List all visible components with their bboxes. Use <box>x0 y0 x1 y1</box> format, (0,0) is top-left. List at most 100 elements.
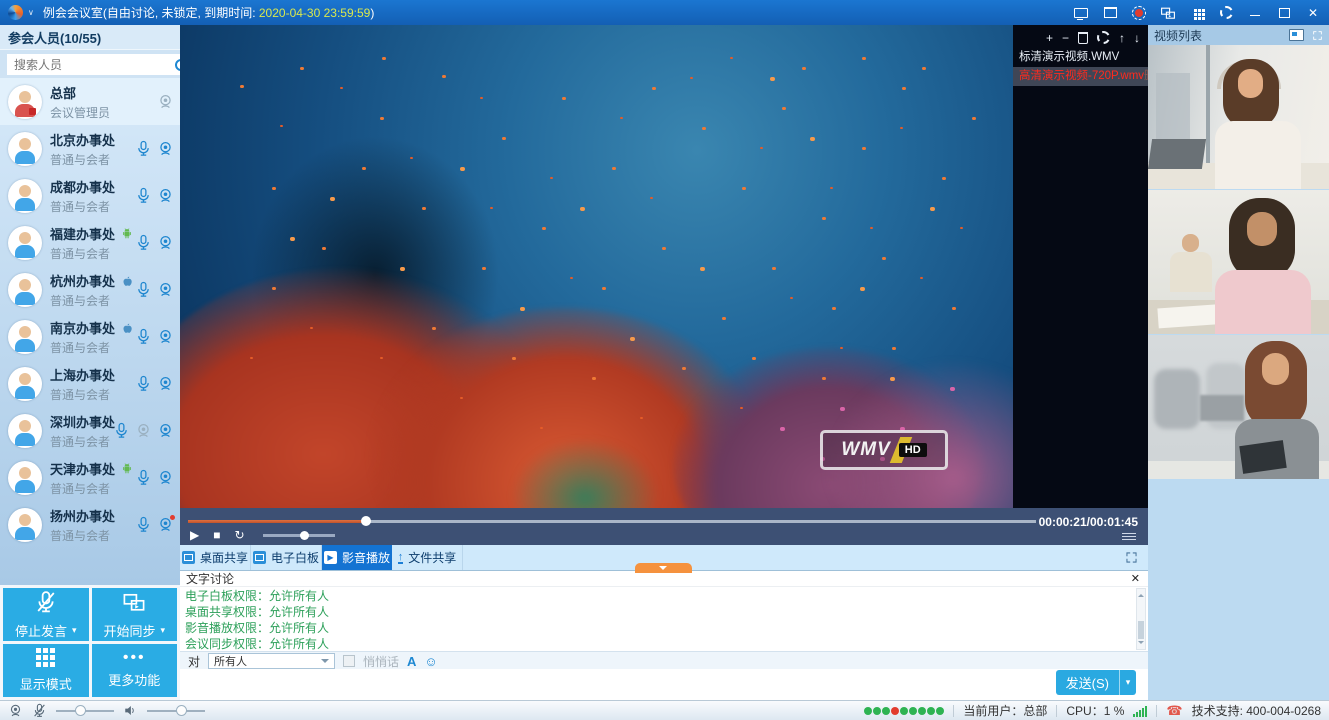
camera-icon[interactable] <box>157 469 174 486</box>
stop-button[interactable]: ■ <box>213 528 220 542</box>
camera-icon[interactable] <box>157 422 174 439</box>
network-sync-icon[interactable] <box>1160 5 1176 21</box>
camera-icon[interactable] <box>157 234 174 251</box>
participant-row[interactable]: 深圳办事处 普通与会者 <box>0 407 180 454</box>
playlist-item[interactable]: 标清演示视频.WMV <box>1013 48 1148 67</box>
android-icon <box>120 226 134 240</box>
volume-slider[interactable] <box>263 534 335 537</box>
camera-off-icon[interactable] <box>135 422 152 439</box>
send-button[interactable]: 发送(S) ▾ <box>1056 670 1136 695</box>
window-layout-icon[interactable] <box>1102 5 1118 21</box>
webcam-status-icon[interactable] <box>8 703 23 718</box>
camera-off-icon[interactable] <box>157 93 174 110</box>
settings-gear-icon[interactable] <box>1218 5 1234 21</box>
dropdown-caret-icon[interactable]: ▾ <box>160 625 165 636</box>
emoji-button[interactable]: ☺ <box>424 654 437 669</box>
record-icon[interactable] <box>1131 5 1147 21</box>
video-thumbnail[interactable] <box>1148 45 1329 189</box>
mic-icon[interactable] <box>135 328 152 345</box>
camera-icon[interactable] <box>157 328 174 345</box>
tab-file-share[interactable]: ↑ 文件共享 <box>392 545 463 570</box>
camera-icon[interactable] <box>157 140 174 157</box>
close-button[interactable]: ✕ <box>1305 5 1321 21</box>
speaker-volume-handle[interactable] <box>176 705 187 716</box>
participant-row[interactable]: 杭州办事处 普通与会者 <box>0 266 180 313</box>
participant-role: 普通与会者 <box>50 386 135 403</box>
scroll-up-arrow[interactable] <box>1138 591 1144 597</box>
playlist-toggle-icon[interactable] <box>1122 533 1136 542</box>
recipient-select[interactable]: 所有人 <box>208 653 335 669</box>
panel-expand-icon[interactable] <box>1312 30 1323 41</box>
participant-row[interactable]: 总部 会议管理员 <box>0 78 180 125</box>
tab-whiteboard[interactable]: 电子白板 <box>251 545 322 570</box>
participant-row[interactable]: 北京办事处 普通与会者 <box>0 125 180 172</box>
participant-row[interactable]: 南京办事处 普通与会者 <box>0 313 180 360</box>
window-title: 例会会议室(自由讨论, 未锁定, 到期时间: 2020-04-30 23:59:… <box>43 4 374 21</box>
scroll-down-arrow[interactable] <box>1138 641 1144 647</box>
stop-speaking-button[interactable]: 停止发言▾ <box>3 588 89 641</box>
dropdown-caret-icon[interactable]: ▾ <box>72 625 77 636</box>
search-input[interactable] <box>12 57 171 73</box>
speaker-icon[interactable] <box>123 703 138 718</box>
start-sync-button[interactable]: 开始同步▾ <box>92 588 178 641</box>
screen-share-icon[interactable] <box>1073 5 1089 21</box>
seek-handle[interactable] <box>361 516 371 526</box>
camera-icon[interactable] <box>157 375 174 392</box>
whisper-checkbox[interactable] <box>343 655 355 667</box>
display-grid-icon[interactable] <box>1189 5 1205 21</box>
chat-collapse-handle[interactable] <box>635 563 692 573</box>
participant-row[interactable]: 上海办事处 普通与会者 <box>0 360 180 407</box>
more-functions-button[interactable]: ••• 更多功能 <box>92 644 178 697</box>
video-thumbnail[interactable] <box>1148 335 1329 479</box>
volume-handle[interactable] <box>300 531 309 540</box>
tab-desktop-share[interactable]: 桌面共享 <box>180 545 251 570</box>
minimize-button[interactable] <box>1247 5 1263 21</box>
speaker-volume-slider[interactable] <box>147 710 205 712</box>
tab-media-playback[interactable]: ▶ 影音播放 <box>322 545 392 570</box>
camera-icon[interactable] <box>157 281 174 298</box>
mic-icon[interactable] <box>135 516 152 533</box>
playlist-settings-icon[interactable] <box>1097 31 1110 44</box>
font-button[interactable]: A <box>407 654 416 669</box>
camera-icon[interactable] <box>157 187 174 204</box>
playlist-remove-icon[interactable]: − <box>1062 32 1069 44</box>
send-dropdown-caret[interactable]: ▾ <box>1119 670 1136 695</box>
mic-muted-status-icon[interactable] <box>32 703 47 718</box>
camera-recording-icon[interactable] <box>157 516 174 533</box>
mic-icon[interactable] <box>135 234 152 251</box>
play-button[interactable]: ▶ <box>190 528 199 542</box>
participant-row[interactable]: 成都办事处 普通与会者 <box>0 172 180 219</box>
participant-row[interactable]: 天津办事处 普通与会者 <box>0 454 180 501</box>
playlist-move-down-icon[interactable]: ↓ <box>1134 32 1140 44</box>
participant-role: 普通与会者 <box>50 527 135 544</box>
playlist-item-selected[interactable]: 高清演示视频-720P.wmv 删除 <box>1013 67 1148 86</box>
mic-icon[interactable] <box>135 140 152 157</box>
mic-volume-slider[interactable] <box>56 710 114 712</box>
mic-icon[interactable] <box>135 375 152 392</box>
chevron-down-icon[interactable]: ∨ <box>28 8 34 17</box>
playlist-move-up-icon[interactable]: ↑ <box>1119 32 1125 44</box>
participant-row[interactable]: 扬州办事处 普通与会者 <box>0 501 180 548</box>
mic-icon[interactable] <box>135 469 152 486</box>
display-mode-button[interactable]: 显示模式 <box>3 644 89 697</box>
mic-icon[interactable] <box>113 422 130 439</box>
playing-video[interactable]: WMV HD <box>180 25 1013 508</box>
video-monitor-icon[interactable] <box>1289 29 1304 41</box>
maximize-button[interactable] <box>1276 5 1292 21</box>
participant-row[interactable]: 福建办事处 普通与会者 <box>0 219 180 266</box>
app-logo-icon[interactable] <box>8 5 23 20</box>
video-thumbnail[interactable] <box>1148 190 1329 334</box>
replay-button[interactable]: ↻ <box>234 528 244 542</box>
playlist-add-icon[interactable]: + <box>1046 32 1053 44</box>
participants-header: 参会人员(10/55) <box>0 25 180 50</box>
chat-close-icon[interactable]: ✕ <box>1131 572 1140 585</box>
mic-icon[interactable] <box>135 187 152 204</box>
scroll-thumb[interactable] <box>1138 621 1144 639</box>
playlist-trash-icon[interactable] <box>1078 32 1088 44</box>
seek-bar[interactable] <box>188 520 1036 523</box>
chat-input[interactable] <box>180 669 1148 700</box>
fullscreen-icon[interactable] <box>1125 545 1138 570</box>
chat-scrollbar[interactable] <box>1136 588 1146 650</box>
mic-volume-handle[interactable] <box>75 705 86 716</box>
mic-icon[interactable] <box>135 281 152 298</box>
